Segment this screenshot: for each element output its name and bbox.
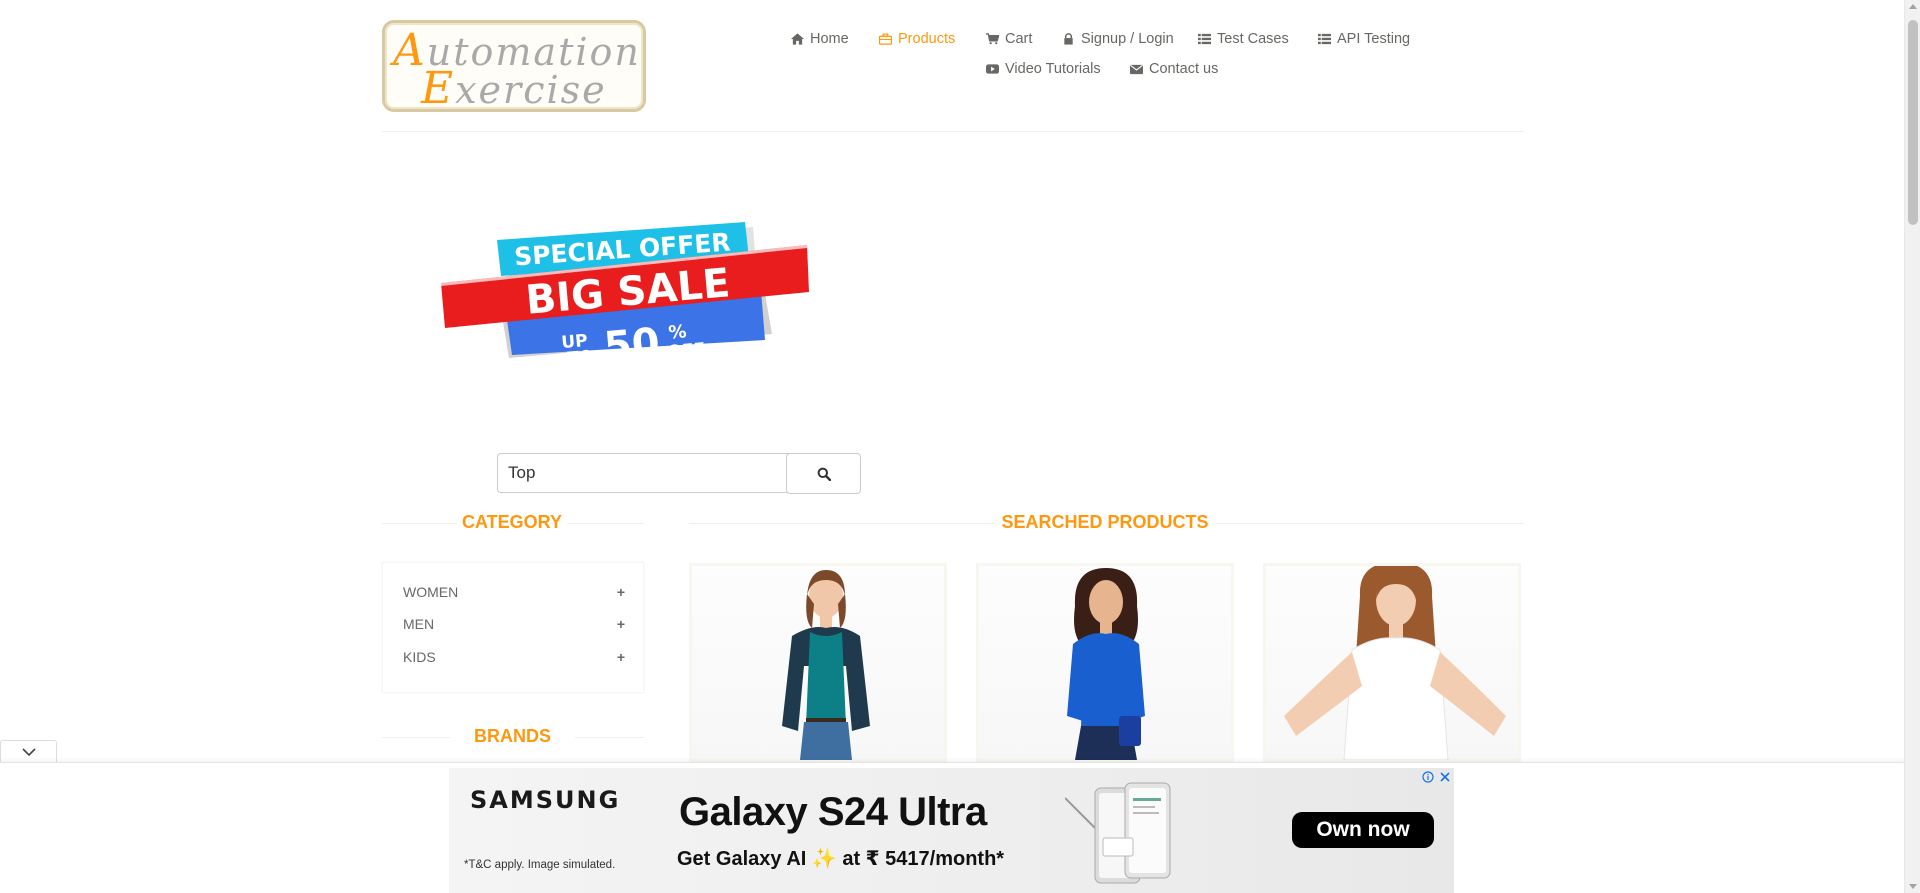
lock-icon (1064, 33, 1073, 45)
product-card[interactable] (689, 563, 947, 763)
product-image (782, 570, 870, 760)
category-men[interactable]: MEN + (403, 611, 625, 637)
category-title: CATEGORY (461, 512, 562, 532)
category-women[interactable]: WOMEN + (403, 579, 625, 605)
category-panel: WOMEN + MEN + KIDS + (382, 562, 644, 693)
nav-label: Signup / Login (1081, 31, 1174, 47)
search-input[interactable] (497, 453, 789, 493)
own-now-button[interactable]: Own now (1292, 812, 1434, 848)
category-label: MEN (403, 616, 435, 632)
brands-title: BRANDS (473, 726, 551, 746)
home-icon (791, 33, 804, 45)
scroll-down-arrow[interactable] (1909, 884, 1917, 889)
briefcase-icon (879, 33, 892, 45)
searched-products-title: SEARCHED PRODUCTS (1001, 512, 1209, 532)
cart-icon (986, 33, 999, 45)
info-icon[interactable] (1421, 770, 1435, 784)
nav-video-tutorials[interactable]: Video Tutorials (986, 61, 1101, 77)
search-button[interactable] (786, 453, 861, 494)
product-card[interactable] (1263, 563, 1521, 763)
product-card[interactable] (976, 563, 1234, 763)
scroll-up-arrow[interactable] (1909, 4, 1917, 9)
envelope-icon (1130, 64, 1143, 75)
banner-to: TO (567, 347, 595, 369)
youtube-icon (986, 64, 999, 74)
category-label: KIDS (403, 649, 436, 665)
product-image (1067, 568, 1145, 760)
title-line (575, 737, 644, 738)
ad-subline: Get Galaxy AI ✨ at ₹ 5417/month* (677, 848, 1005, 870)
ad-brand: SAMSUNG (470, 786, 621, 814)
plus-icon[interactable]: + (617, 649, 625, 665)
collapse-ad-button[interactable] (0, 740, 57, 764)
nav-signup-login[interactable]: Signup / Login (1062, 31, 1174, 47)
banner-50: 50 (602, 320, 661, 371)
list-icon (1198, 33, 1211, 45)
nav-label: Test Cases (1217, 31, 1289, 47)
title-line (567, 523, 644, 524)
category-label: WOMEN (403, 584, 459, 600)
nav-cart[interactable]: Cart (986, 31, 1032, 47)
chevron-down-icon (21, 748, 36, 757)
title-line (689, 523, 995, 524)
banner-off: OFF (667, 339, 706, 362)
scrollbar-thumb[interactable] (1908, 20, 1918, 225)
title-line (1215, 523, 1524, 524)
ad-controls (1421, 770, 1452, 784)
ad-banner[interactable]: SAMSUNG *T&C apply. Image simulated. Gal… (449, 768, 1454, 893)
nav-api-testing[interactable]: API Testing (1318, 31, 1410, 47)
ad-headline: Galaxy S24 Ultra (679, 790, 987, 834)
nav-products[interactable]: Products (879, 31, 955, 47)
site-logo[interactable]: Automation Exercise (382, 20, 646, 114)
header-divider (382, 131, 1524, 132)
logo-line-2: Exercise (421, 63, 607, 114)
nav-contact-us[interactable]: Contact us (1130, 61, 1218, 77)
close-icon[interactable] (1438, 770, 1452, 784)
phone-image (1065, 782, 1171, 884)
nav-test-cases[interactable]: Test Cases (1198, 31, 1289, 47)
nav-label: Contact us (1149, 61, 1219, 77)
nav-label: Home (810, 31, 849, 47)
search-icon (817, 467, 831, 481)
ad-disclaimer: *T&C apply. Image simulated. (464, 859, 616, 871)
category-kids[interactable]: KIDS + (403, 644, 625, 670)
list-icon (1318, 33, 1331, 45)
vertical-scrollbar[interactable] (1904, 0, 1920, 893)
nav-label: Video Tutorials (1005, 61, 1101, 77)
title-line (382, 523, 457, 524)
nav-label: Products (898, 31, 956, 47)
nav-home[interactable]: Home (791, 31, 849, 47)
nav-label: Cart (1005, 31, 1033, 47)
title-line (382, 737, 450, 738)
nav-label: API Testing (1337, 31, 1411, 47)
sale-banner: SPECIAL OFFER BIG SALE UP TO 50 % OFF (441, 222, 809, 371)
plus-icon[interactable]: + (617, 584, 625, 600)
product-image (1284, 566, 1506, 760)
plus-icon[interactable]: + (617, 616, 625, 632)
